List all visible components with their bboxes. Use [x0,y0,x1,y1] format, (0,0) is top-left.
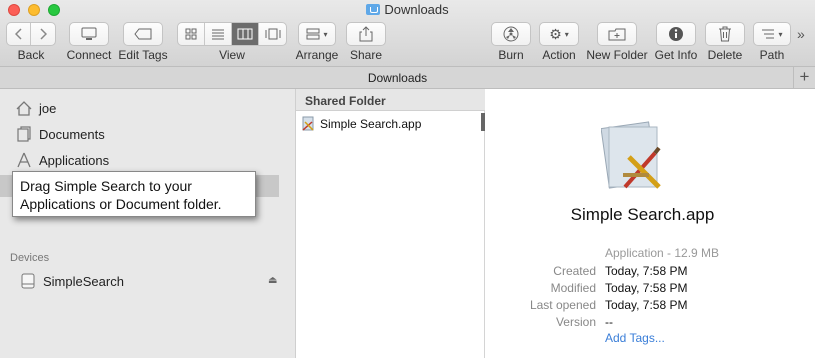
sidebar-item-joe[interactable]: joe [14,98,56,118]
gear-icon: ⚙ [549,25,562,42]
share-icon [359,26,373,42]
list-view-button[interactable] [205,23,232,45]
view-label: View [219,48,245,62]
tab-bar: Downloads + [0,66,815,89]
forward-button[interactable] [31,23,55,45]
action-button[interactable]: ⚙ ▾ [539,22,579,46]
info-value: Today, 7:58 PM [605,264,688,278]
share-label: Share [349,48,383,62]
info-value: -- [605,315,613,329]
preview-pane: Simple Search.app Application - 12.9 MB … [485,89,815,358]
arrange-button[interactable]: ▾ [298,22,336,46]
edit-tags-button[interactable] [123,22,163,46]
sidebar-item-label: joe [39,100,57,116]
info-icon [669,27,683,41]
burn-label: Burn [498,48,524,62]
info-key: Last opened [529,298,596,312]
tooltip-text: Drag Simple Search to your Applications … [20,178,222,212]
app-icon [300,116,316,132]
drag-instruction-tooltip: Drag Simple Search to your Applications … [12,171,256,217]
icon-view-icon [185,28,197,40]
app-preview-icon [600,121,665,193]
delete-button[interactable] [705,22,745,46]
sidebar-section-devices: Devices [10,252,50,264]
chevron-right-icon [40,28,47,40]
sidebar-item-simplesearch[interactable]: SimpleSearch [18,271,124,291]
info-value: Today, 7:58 PM [605,281,688,295]
add-tab-button[interactable]: + [793,67,815,88]
delete-label: Delete [707,48,743,62]
file-name: Simple Search.app [320,117,422,131]
new-folder-label: New Folder [586,48,648,62]
info-key: Modified [550,281,596,295]
edit-tags-label: Edit Tags [118,48,168,62]
column-header: Shared Folder [296,89,486,111]
connect-button[interactable] [69,22,109,46]
connect-label: Connect [66,48,112,62]
file-column: Shared Folder Simple Search.app [296,89,486,358]
window-title-text: Downloads [384,2,449,17]
chevron-down-icon: ▾ [323,29,328,39]
path-icon [762,29,775,39]
toolbar-overflow-icon[interactable]: » [797,26,805,42]
sidebar-item-label: Documents [39,126,105,142]
info-key: Created [553,264,596,278]
burn-icon [503,26,519,42]
sidebar-item-applications[interactable]: Applications [14,150,109,170]
add-tags-link[interactable]: Add Tags... [605,331,665,345]
list-view-icon [212,29,224,40]
chevron-down-icon: ▾ [778,29,783,39]
new-folder-button[interactable] [597,22,637,46]
sidebar-item-label: SimpleSearch [43,273,124,289]
disk-icon [18,272,38,290]
home-icon [14,99,34,117]
arrange-label: Arrange [295,48,339,62]
tab-downloads[interactable]: Downloads [0,71,795,85]
chevron-down-icon: ▾ [564,29,569,39]
share-button[interactable] [346,22,386,46]
list-item[interactable]: Simple Search.app [300,115,421,133]
chevron-left-icon [14,28,22,40]
back-label: Back [17,48,45,62]
back-forward-control [6,22,56,46]
info-value: Today, 7:58 PM [605,298,688,312]
applications-icon [14,151,34,169]
sidebar: joe Documents Applications Devices Simpl… [0,89,296,358]
window-title: Downloads [0,2,815,17]
get-info-button[interactable] [656,22,696,46]
trash-icon [719,26,731,42]
preview-app-name: Simple Search.app [570,205,715,224]
info-key: Version [555,315,596,329]
documents-icon [14,125,34,143]
column-view-button[interactable] [232,23,259,45]
burn-button[interactable] [491,22,531,46]
arrange-icon [306,28,320,40]
tag-icon [134,28,152,40]
action-label: Action [542,48,576,62]
column-view-icon [237,28,253,40]
view-mode-control [177,22,287,46]
sidebar-item-documents[interactable]: Documents [14,124,105,144]
path-button[interactable]: ▾ [753,22,791,46]
back-button[interactable] [7,23,31,45]
gallery-view-button[interactable] [259,23,286,45]
gallery-view-icon [265,28,280,40]
connect-icon [81,27,97,40]
sidebar-item-label: Applications [39,152,110,168]
path-label: Path [759,48,785,62]
get-info-label: Get Info [654,48,698,62]
preview-kind: Application - 12.9 MB [605,246,720,260]
icon-view-button[interactable] [178,23,205,45]
downloads-folder-icon [366,4,381,15]
new-folder-icon [608,28,626,40]
window-toolbar: Downloads Back Connect Edit Tags View ▾ … [0,0,815,66]
eject-icon[interactable]: ⏏ [268,275,277,286]
